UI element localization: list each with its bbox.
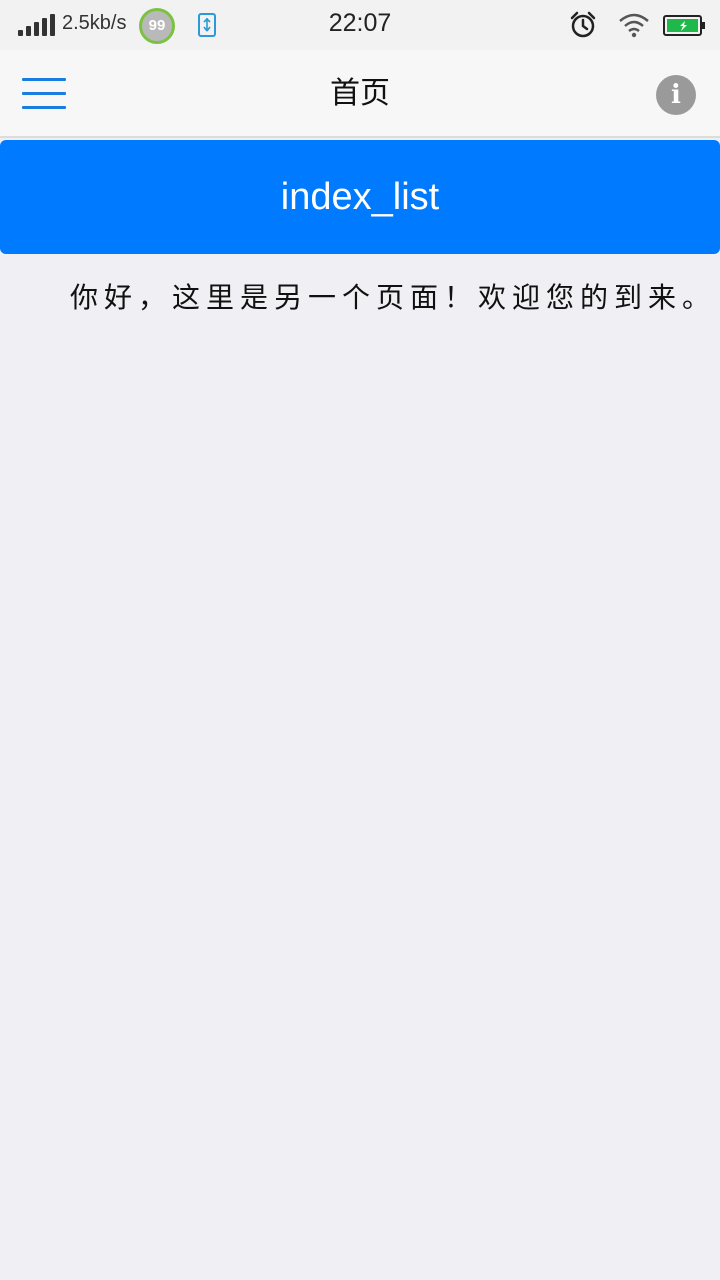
battery-charging-icon — [663, 15, 705, 36]
hamburger-menu-icon[interactable] — [22, 78, 66, 110]
navigation-bar: 首页 i — [0, 50, 720, 138]
status-bar: 2.5kb/s 99 22:07 — [0, 0, 720, 50]
index-list-banner[interactable]: index_list — [0, 140, 720, 254]
page-title: 首页 — [330, 76, 390, 111]
alarm-icon — [570, 11, 596, 38]
screen: 2.5kb/s 99 22:07 首页 i index_list 你好，这里是另… — [0, 0, 720, 1280]
clock-time: 22:07 — [328, 9, 392, 37]
wifi-icon — [619, 13, 649, 38]
info-button[interactable]: i — [656, 75, 696, 115]
welcome-message: 你好，这里是另一个页面！欢迎您的到来。 — [70, 281, 717, 314]
